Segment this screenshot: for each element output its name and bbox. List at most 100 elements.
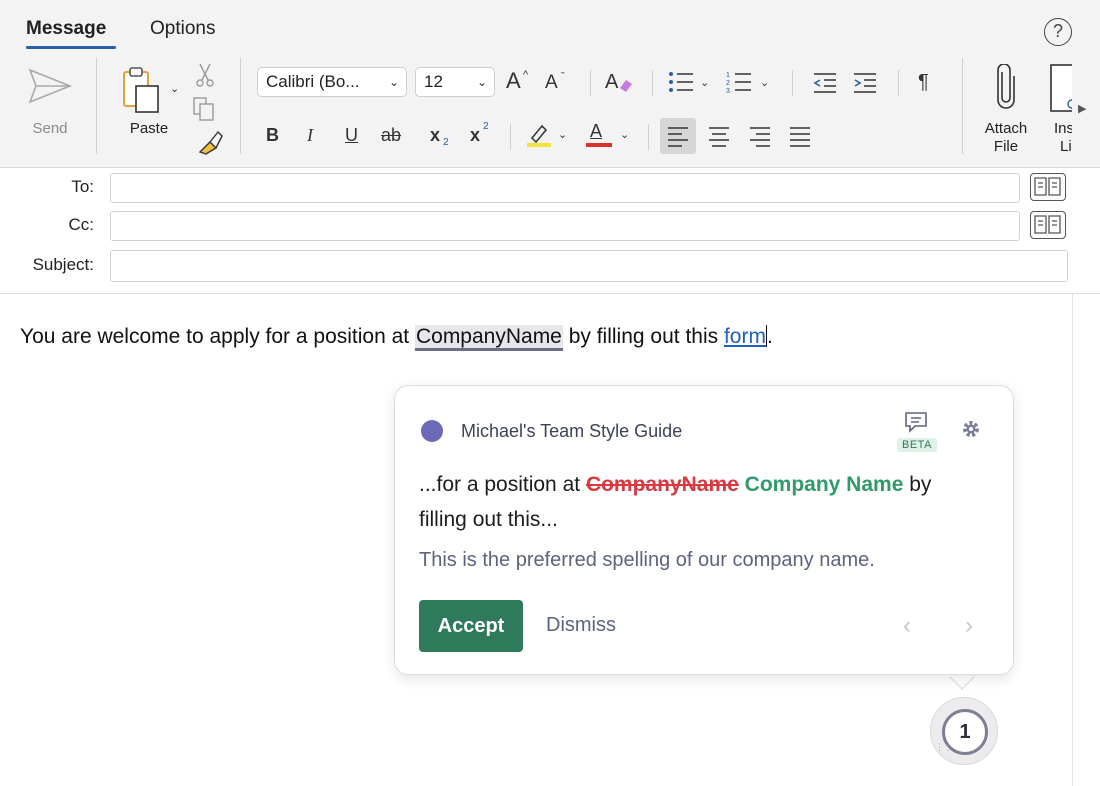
style-guide-dot — [421, 420, 443, 442]
to-label: To: — [71, 177, 94, 196]
tab-options[interactable]: Options — [150, 18, 215, 40]
ribbon-separator — [590, 70, 591, 96]
justify-icon[interactable] — [788, 125, 812, 147]
body-text-middle: by filling out this — [562, 325, 724, 348]
bold-button[interactable]: B — [266, 124, 279, 146]
body-scrollbar[interactable] — [1072, 294, 1073, 786]
paste-button[interactable]: ⌄ Paste — [118, 64, 184, 144]
chevron-down-icon: ⌄ — [388, 75, 399, 89]
clipboard-icon — [123, 67, 159, 113]
clear-formatting-icon[interactable]: A — [604, 68, 634, 96]
ribbon-toolbar: Message Options ? Send ⌄ Paste Calibri (… — [0, 0, 1100, 168]
subscript-mark: 2 — [443, 137, 449, 148]
removed-text: CompanyName — [585, 473, 739, 496]
chevron-down-icon[interactable]: ⌄ — [558, 128, 567, 141]
strikethrough-button[interactable]: ab — [381, 124, 401, 146]
paste-label: Paste — [129, 120, 169, 137]
font-color-glyph: A — [590, 121, 603, 141]
shrink-font-button[interactable]: A — [545, 72, 558, 94]
paperclip-icon — [997, 64, 1015, 109]
flagged-word[interactable]: CompanyName — [414, 325, 563, 351]
format-painter-icon[interactable] — [196, 128, 224, 156]
align-left-icon — [668, 127, 688, 147]
suggestion-card: Michael's Team Style Guide BETA ...for a… — [394, 385, 1014, 675]
address-book-icon[interactable] — [1030, 173, 1066, 201]
active-tab-indicator — [26, 46, 116, 49]
issue-count-badge[interactable]: 1 — [930, 697, 998, 765]
next-suggestion-arrow-icon[interactable]: › — [965, 612, 973, 640]
cc-field[interactable] — [110, 211, 1020, 241]
beta-badge: BETA — [897, 438, 937, 452]
subscript-button[interactable]: x — [430, 124, 440, 146]
drag-handle-icon[interactable]: ⋮⋮ — [935, 743, 953, 752]
font-size-dropdown[interactable]: 12 ⌄ — [415, 67, 495, 97]
subject-label: Subject: — [32, 255, 94, 274]
font-name-value: Calibri (Bo... — [266, 72, 360, 91]
body-text-before: You are welcome to apply for a position … — [20, 325, 415, 348]
context-suffix: by — [903, 473, 932, 496]
cc-label: Cc: — [68, 215, 95, 234]
insert-link-button[interactable]: Ins Li — [1046, 62, 1072, 160]
ribbon-separator — [240, 58, 241, 154]
shrink-font-arrow-icon: ˇ — [561, 71, 565, 83]
ribbon-separator — [792, 70, 793, 96]
chevron-down-icon[interactable]: ⌄ — [700, 76, 709, 89]
font-color-button[interactable]: A — [586, 120, 612, 148]
font-name-dropdown[interactable]: Calibri (Bo... ⌄ — [257, 67, 407, 97]
subject-field[interactable] — [110, 250, 1068, 282]
context-line-2: filling out this... — [419, 508, 558, 531]
chevron-down-icon[interactable]: ⌄ — [620, 128, 629, 141]
svg-text:A: A — [605, 71, 619, 93]
send-button[interactable]: Send — [20, 64, 80, 144]
ribbon-separator — [648, 124, 649, 150]
suggestion-context: ...for a position at CompanyName Company… — [419, 473, 931, 497]
gear-icon[interactable] — [960, 418, 982, 440]
feedback-icon[interactable] — [903, 410, 929, 434]
message-body[interactable]: You are welcome to apply for a position … — [20, 325, 773, 351]
align-center-icon[interactable] — [707, 125, 731, 147]
superscript-button[interactable]: x — [470, 124, 480, 146]
ribbon-overflow-arrow-icon[interactable]: ▶ — [1078, 98, 1086, 120]
decrease-indent-icon[interactable] — [812, 70, 838, 94]
svg-text:2: 2 — [726, 80, 730, 87]
address-book-icon[interactable] — [1030, 211, 1066, 239]
copy-icon[interactable] — [192, 96, 216, 122]
suggested-replacement[interactable]: Company Name — [745, 473, 904, 496]
ribbon-separator — [510, 124, 511, 150]
underline-button[interactable]: U — [345, 124, 358, 146]
font-color-swatch — [586, 143, 612, 147]
highlighter-icon[interactable] — [526, 120, 552, 148]
svg-text:3: 3 — [726, 88, 730, 94]
align-right-icon[interactable] — [748, 125, 772, 147]
grow-font-button[interactable]: A — [506, 70, 521, 92]
svg-text:1: 1 — [726, 72, 730, 79]
style-guide-name: Michael's Team Style Guide — [461, 421, 683, 441]
link-document-icon — [1050, 64, 1072, 112]
tab-message[interactable]: Message — [26, 18, 106, 40]
dismiss-button[interactable]: Dismiss — [546, 614, 616, 637]
increase-indent-icon[interactable] — [852, 70, 878, 94]
align-left-button[interactable] — [660, 118, 696, 154]
suggestion-explanation: This is the preferred spelling of our co… — [419, 549, 875, 571]
font-size-value: 12 — [424, 72, 443, 91]
ribbon-separator — [652, 70, 653, 96]
chevron-down-icon[interactable]: ⌄ — [760, 76, 769, 89]
show-formatting-button[interactable]: ¶ — [918, 71, 929, 93]
insert-link-label: Ins — [1054, 120, 1072, 137]
italic-button[interactable]: I — [307, 124, 313, 146]
previous-suggestion-arrow-icon[interactable]: ‹ — [903, 612, 911, 640]
attach-file-button[interactable]: Attach File — [980, 62, 1032, 160]
help-icon[interactable]: ? — [1044, 18, 1072, 46]
attach-file-label-2: File — [993, 138, 1019, 155]
form-link[interactable]: form — [724, 325, 766, 348]
attach-file-label: Attach — [984, 120, 1028, 137]
send-label: Send — [32, 120, 68, 137]
numbered-list-icon[interactable]: 1 2 3 — [726, 70, 752, 94]
chevron-down-icon[interactable]: ⌄ — [170, 82, 179, 95]
cut-icon[interactable] — [194, 62, 216, 88]
to-field[interactable] — [110, 173, 1020, 203]
bullet-list-icon[interactable] — [668, 70, 694, 94]
chevron-down-icon: ⌄ — [476, 75, 487, 89]
accept-button[interactable]: Accept — [419, 600, 523, 652]
send-icon — [28, 68, 73, 104]
